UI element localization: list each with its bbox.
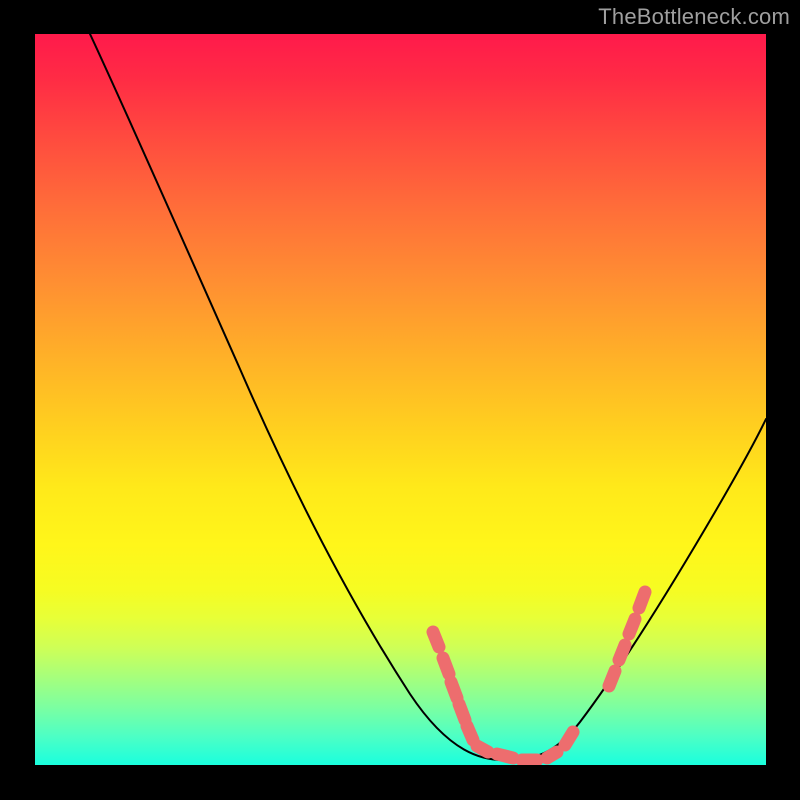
curve-right xyxy=(503,419,766,760)
seg xyxy=(443,658,449,674)
highlight-segments xyxy=(433,592,645,760)
seg xyxy=(477,746,488,752)
seg xyxy=(547,752,557,758)
watermark-text: TheBottleneck.com xyxy=(598,4,790,30)
seg xyxy=(497,754,513,758)
plot-area xyxy=(35,34,766,765)
seg xyxy=(609,671,615,686)
seg xyxy=(451,682,457,698)
seg xyxy=(629,619,635,634)
chart-frame: TheBottleneck.com xyxy=(0,0,800,800)
seg xyxy=(459,704,465,720)
seg xyxy=(467,726,473,740)
seg xyxy=(639,592,645,608)
seg xyxy=(619,645,625,660)
curve-svg xyxy=(35,34,766,765)
seg xyxy=(433,632,439,647)
seg xyxy=(565,732,573,745)
